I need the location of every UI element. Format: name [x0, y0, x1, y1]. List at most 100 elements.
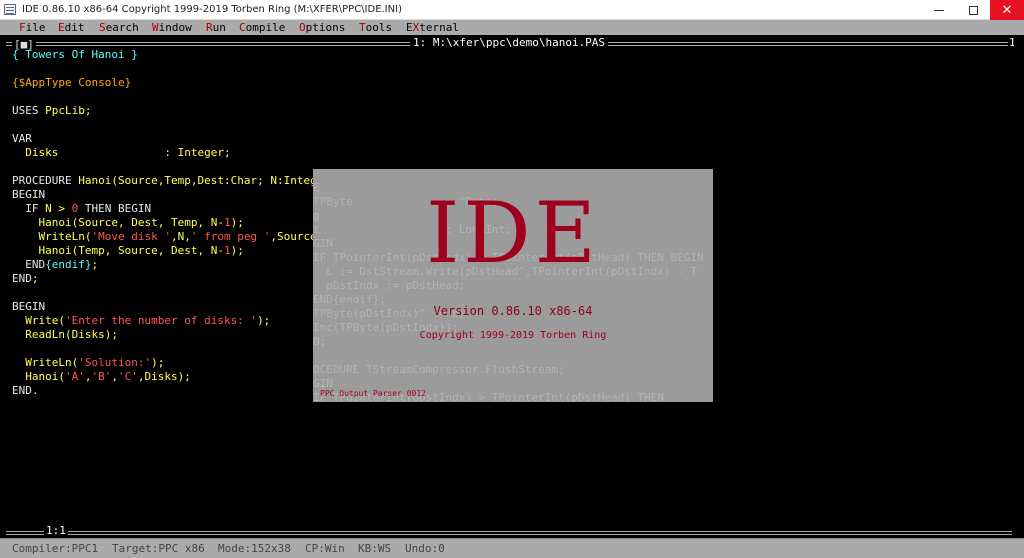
status-undo: Undo:0 — [405, 542, 445, 555]
menu-external-label: ternal — [419, 21, 459, 34]
menu-compile[interactable]: Compile — [239, 21, 285, 34]
menu-window[interactable]: Window — [152, 21, 192, 34]
menu-window-hotkey: W — [152, 21, 159, 34]
code-token: , — [104, 244, 118, 257]
code-line[interactable]: END{endif}; — [12, 258, 98, 272]
menu-run[interactable]: Run — [206, 21, 226, 34]
code-line[interactable]: Disks : Integer; — [12, 146, 230, 160]
vertical-scrollbar[interactable] — [1014, 39, 1024, 529]
code-token: , — [184, 230, 191, 243]
code-line[interactable]: USES PpcLib; — [12, 104, 92, 118]
code-token: 'A' — [65, 370, 85, 383]
code-token: 'Enter the number of disks: ' — [65, 314, 258, 327]
menu-external[interactable]: EXternal — [406, 21, 459, 34]
minimize-icon — [934, 9, 944, 11]
menu-window-label: indow — [158, 21, 192, 34]
code-token: 'C' — [118, 370, 138, 383]
code-token: END — [12, 272, 32, 285]
code-token: Temp — [171, 216, 198, 229]
menu-file[interactable]: File — [19, 21, 46, 34]
code-token: 1 — [224, 216, 231, 229]
code-token: Dest — [131, 216, 158, 229]
menu-search-hotkey: S — [99, 21, 106, 34]
window-title: IDE 0.86.10 x86-64 Copyright 1999-2019 T… — [22, 4, 402, 15]
maximize-button[interactable] — [956, 0, 990, 20]
code-token: - — [217, 244, 224, 257]
menu-edit[interactable]: Edit — [58, 21, 85, 34]
menu-options[interactable]: Options — [299, 21, 345, 34]
menu-tools-label: ools — [365, 21, 393, 34]
menu-bar: File Edit Search Window Run Compile Opti… — [0, 20, 1024, 35]
code-line[interactable]: {$AppType Console} — [12, 76, 131, 90]
code-line[interactable]: Hanoi('A','B','C',Disks); — [12, 370, 191, 384]
code-token: IF — [12, 202, 46, 215]
code-token: Temp — [164, 174, 191, 187]
window-titlebar[interactable]: IDE 0.86.10 x86-64 Copyright 1999-2019 T… — [0, 0, 1024, 20]
code-token: , — [137, 370, 145, 383]
code-token: : — [276, 174, 284, 187]
minimize-button[interactable] — [922, 0, 956, 20]
code-token: 'Solution:' — [78, 356, 152, 369]
menu-search-label: earch — [105, 21, 139, 34]
code-line[interactable]: IF N > 0 THEN BEGIN — [12, 202, 151, 216]
code-line[interactable]: Write('Enter the number of disks: '); — [12, 314, 270, 328]
menu-tools[interactable]: Tools — [359, 21, 392, 34]
code-token: , — [170, 230, 178, 243]
code-token: Disks — [25, 146, 59, 159]
code-token: ); — [151, 356, 165, 369]
code-token: ); — [230, 216, 244, 229]
code-line[interactable]: END; — [12, 272, 39, 286]
code-token: WriteLn — [25, 356, 72, 369]
code-token: 1 — [224, 244, 231, 257]
horizontal-scrollbar[interactable] — [88, 527, 1008, 535]
menu-compile-hotkey: C — [239, 21, 246, 34]
status-target: Target:PPC x86 — [112, 542, 205, 555]
code-token: Integer — [177, 146, 224, 159]
code-line[interactable]: Hanoi(Source, Dest, Temp, N-1); — [12, 216, 244, 230]
code-token: THEN BEGIN — [78, 202, 152, 215]
code-line[interactable]: Hanoi(Temp, Source, Dest, N-1); — [12, 244, 244, 258]
code-line[interactable]: VAR — [12, 132, 32, 146]
editor-file-title: 1: M:\xfer\ppc\demo\hanoi.PAS — [410, 36, 609, 49]
app-icon[interactable] — [4, 4, 16, 15]
code-token: ; — [84, 104, 92, 117]
splash-title: IDE — [426, 184, 600, 282]
code-token: ( — [58, 314, 65, 327]
code-token: {$AppType Console} — [12, 76, 132, 89]
code-token: PROCEDURE — [12, 174, 79, 187]
menu-search[interactable]: Search — [99, 21, 139, 34]
code-token: , — [270, 230, 277, 243]
code-token: Hanoi — [78, 174, 112, 187]
code-line[interactable]: ReadLn(Disks); — [12, 328, 118, 342]
code-token: { Towers Of Hanoi } — [12, 48, 138, 61]
close-window-button[interactable]: ✕ — [990, 0, 1024, 20]
splash-screen: E TPByte = ^Byte; g t : LongInt; GIN IF TPoin… — [313, 169, 713, 402]
code-token: Write — [25, 314, 59, 327]
cursor-position: 1:1 — [44, 524, 68, 537]
code-token: Source — [276, 230, 317, 243]
splash-background-line: OCEDURE TStreamCompressor.FlushStream; — [313, 363, 565, 376]
code-token: , — [111, 370, 118, 383]
code-line[interactable]: { Towers Of Hanoi } — [12, 48, 138, 62]
code-token: ; — [31, 272, 39, 285]
code-token: {endif} — [45, 258, 92, 271]
menu-tools-hotkey: T — [359, 21, 366, 34]
splash-copyright: Copyright 1999-2019 Torben Ring — [419, 330, 607, 341]
close-icon: ✕ — [1001, 2, 1013, 18]
menu-edit-hotkey: E — [58, 21, 65, 34]
code-line[interactable]: BEGIN — [12, 300, 45, 314]
code-line[interactable]: BEGIN — [12, 188, 45, 202]
code-line[interactable]: PROCEDURE Hanoi(Source,Temp,Dest:Char; N… — [12, 174, 343, 188]
code-token: , — [118, 216, 132, 229]
code-line[interactable]: END. — [12, 384, 39, 398]
code-line[interactable]: WriteLn('Solution:'); — [12, 356, 164, 370]
code-token: : — [164, 146, 178, 159]
status-mode: Mode:152x38 — [218, 542, 291, 555]
